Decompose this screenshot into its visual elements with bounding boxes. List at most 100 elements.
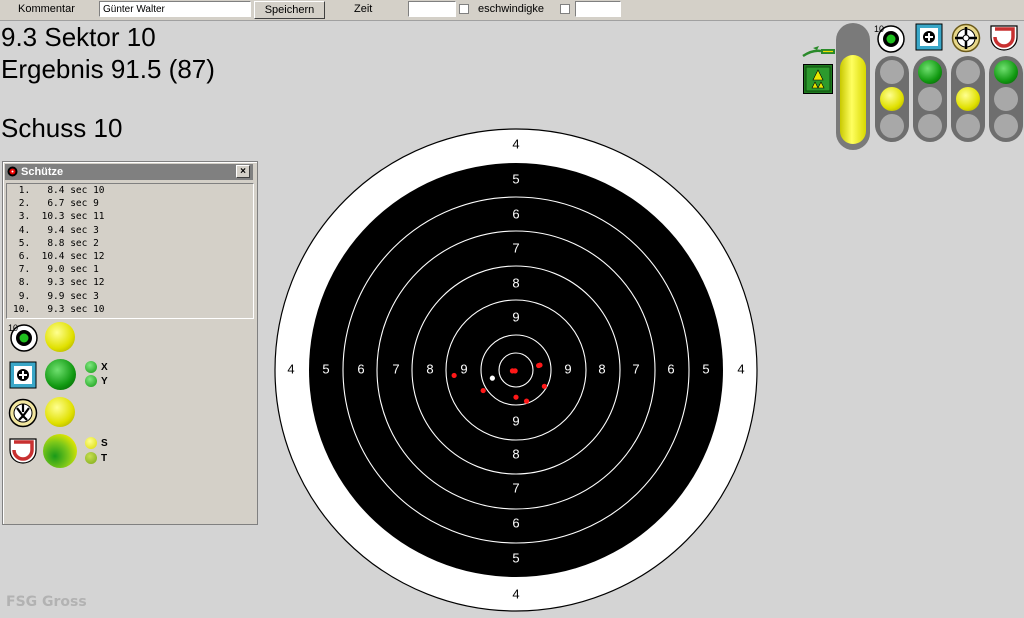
shooter-traffic-light — [951, 56, 985, 142]
shot-marker — [537, 362, 543, 368]
shooting-target[interactable]: 4 4 4 4 5 5 5 5 6 6 6 6 7 7 7 7 8 8 8 8 … — [272, 126, 760, 614]
ring-ten-icon: 10 — [874, 24, 905, 53]
ring-label: 5 — [322, 362, 329, 377]
list-item: 2. 6.7 sec 9 — [13, 198, 99, 210]
ring-label: 8 — [598, 362, 605, 377]
shot-number: Schuss 10 — [1, 113, 123, 143]
ring-status-lamp — [45, 322, 75, 352]
shooter-status-lamp — [45, 397, 75, 427]
last-shot-value: 9.3 Sektor 10 — [1, 22, 156, 52]
save-button[interactable]: Speichern — [254, 1, 325, 19]
ring-label: 5 — [512, 551, 519, 566]
ring-label: 4 — [512, 137, 519, 152]
shooter-panel: Schütze × 1. 8.4 sec 10 2. 6.7 sec 9 3. … — [2, 161, 258, 525]
ring-label: 6 — [667, 362, 674, 377]
close-button[interactable]: × — [236, 165, 250, 178]
ring-label: 4 — [287, 362, 294, 377]
s-status-lamp — [85, 437, 97, 449]
ring-label: 7 — [512, 241, 519, 256]
shot-marker — [523, 398, 530, 404]
shooter-icon — [8, 398, 38, 428]
ring-label: 4 — [737, 362, 744, 377]
y-label: Y — [101, 376, 108, 387]
watermark: FSG Gross — [6, 594, 87, 610]
ring-label: 5 — [512, 172, 519, 187]
time-label: Zeit — [354, 3, 373, 15]
y-status-lamp — [85, 375, 97, 387]
ring-label: 8 — [426, 362, 433, 377]
time-checkbox[interactable] — [459, 4, 469, 14]
x-status-lamp — [85, 361, 97, 373]
list-item: 6. 10.4 sec 12 — [13, 251, 105, 263]
position-status-lamp — [45, 359, 76, 390]
ring-ten-badge: 10 — [8, 323, 18, 333]
list-item: 8. 9.3 sec 12 — [13, 277, 105, 289]
speed-input[interactable] — [575, 1, 621, 17]
list-item: 4. 9.4 sec 3 — [13, 224, 99, 236]
ring-ten-badge: 10 — [874, 24, 884, 34]
ring-traffic-light — [875, 56, 909, 142]
list-item: 7. 9.0 sec 1 — [13, 264, 99, 276]
light-top-green — [994, 60, 1018, 84]
comment-input[interactable] — [99, 1, 251, 17]
ring-label: 6 — [357, 362, 364, 377]
mode-icon[interactable] — [803, 64, 833, 94]
ring-label: 9 — [512, 310, 519, 325]
ring-ten-icon: 10 — [8, 323, 38, 352]
ring-label: 8 — [512, 276, 519, 291]
ring-label: 6 — [512, 516, 519, 531]
target-app-icon — [7, 166, 18, 177]
list-item: 9. 9.9 sec 3 — [13, 290, 99, 302]
light-bottom — [956, 114, 980, 138]
shooter-panel-title: Schütze — [21, 166, 64, 178]
light-top — [956, 60, 980, 84]
light-bottom — [994, 114, 1018, 138]
list-item: 3. 10.3 sec 11 — [13, 211, 105, 223]
light-top — [880, 60, 904, 84]
trigger-traffic-light — [989, 56, 1023, 142]
trigger-icon — [990, 25, 1018, 51]
shot-marker — [480, 387, 486, 394]
level-gauge — [836, 23, 870, 150]
trigger-status-lamp — [43, 434, 77, 468]
ring-label: 7 — [632, 362, 639, 377]
ring-label: 5 — [702, 362, 709, 377]
light-bottom — [880, 114, 904, 138]
t-status-lamp — [85, 452, 97, 464]
speed-checkbox[interactable] — [560, 4, 570, 14]
ring-label: 9 — [460, 362, 467, 377]
shot-marker — [513, 394, 519, 400]
shot-marker — [451, 372, 457, 379]
ring-label: 7 — [512, 481, 519, 496]
x-label: X — [101, 362, 108, 373]
trigger-icon — [9, 438, 37, 464]
light-middle — [918, 87, 942, 111]
ring-label: 9 — [564, 362, 571, 377]
shot-marker — [512, 368, 518, 374]
crosshair-icon[interactable] — [915, 23, 943, 51]
comment-label: Kommentar — [18, 3, 75, 15]
top-toolbar: Kommentar Speichern Zeit eschwindigke — [0, 0, 1024, 21]
ring-label: 7 — [392, 362, 399, 377]
light-top-green — [918, 60, 942, 84]
ring-label: 4 — [512, 587, 519, 602]
position-traffic-light — [913, 56, 947, 142]
light-middle-yellow — [956, 87, 980, 111]
shot-marker — [489, 375, 495, 381]
time-input[interactable] — [408, 1, 456, 17]
scope-icon — [951, 23, 981, 53]
shot-list[interactable]: 1. 8.4 sec 10 2. 6.7 sec 9 3. 10.3 sec 1… — [6, 183, 254, 319]
ring-label: 9 — [512, 414, 519, 429]
crosshair-icon[interactable] — [9, 361, 37, 389]
s-label: S — [101, 438, 108, 449]
t-label: T — [101, 453, 108, 464]
ring-label: 6 — [512, 207, 519, 222]
speed-label: eschwindigke — [478, 3, 545, 15]
list-item: 10. 9.3 sec 10 — [13, 303, 105, 315]
light-middle — [994, 87, 1018, 111]
light-bottom — [918, 114, 942, 138]
logo-icon — [802, 46, 835, 58]
level-gauge-fill — [840, 55, 866, 144]
shooter-panel-titlebar[interactable]: Schütze × — [5, 164, 253, 180]
result-value: Ergebnis 91.5 (87) — [1, 54, 215, 84]
